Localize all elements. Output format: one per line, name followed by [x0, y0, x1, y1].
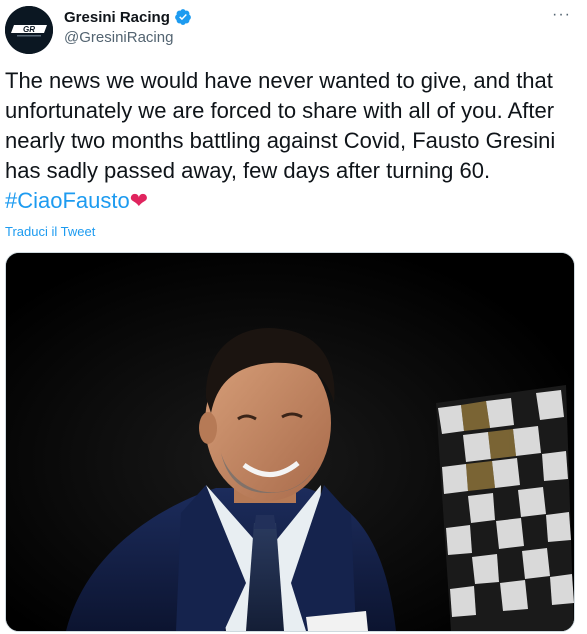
photo-image	[6, 253, 574, 631]
gresini-logo-icon: GR	[5, 6, 53, 54]
tweet-line: nearly two months battling against Covid…	[5, 128, 556, 153]
tweet-line: unfortunately we are forced to share wit…	[5, 98, 555, 123]
display-name[interactable]: Gresini Racing	[64, 9, 170, 26]
trophy-graphic	[436, 385, 574, 631]
verified-badge-icon	[174, 8, 192, 26]
hashtag-link[interactable]: #CiaoFausto	[5, 188, 130, 213]
account-handle[interactable]: @GresiniRacing	[64, 29, 173, 46]
heart-emoji-icon: ❤	[129, 188, 149, 213]
avatar[interactable]: GR	[5, 6, 53, 54]
tweet-line: The news we would have never wanted to g…	[5, 68, 553, 93]
hashtag-line: #CiaoFausto❤	[5, 186, 575, 216]
tweet-line: has sadly passed away, few days after tu…	[5, 158, 491, 183]
tweet-text: The news we would have never wanted to g…	[5, 66, 575, 216]
tweet-photo[interactable]	[5, 252, 575, 632]
avatar-text: GR	[23, 25, 35, 34]
name-row: Gresini Racing	[64, 8, 192, 26]
translate-tweet-link[interactable]: Traduci il Tweet	[5, 224, 95, 239]
more-options-icon[interactable]: ···	[552, 6, 571, 24]
tweet-card: GR Gresini Racing @GresiniRacing ··· The…	[0, 0, 587, 634]
